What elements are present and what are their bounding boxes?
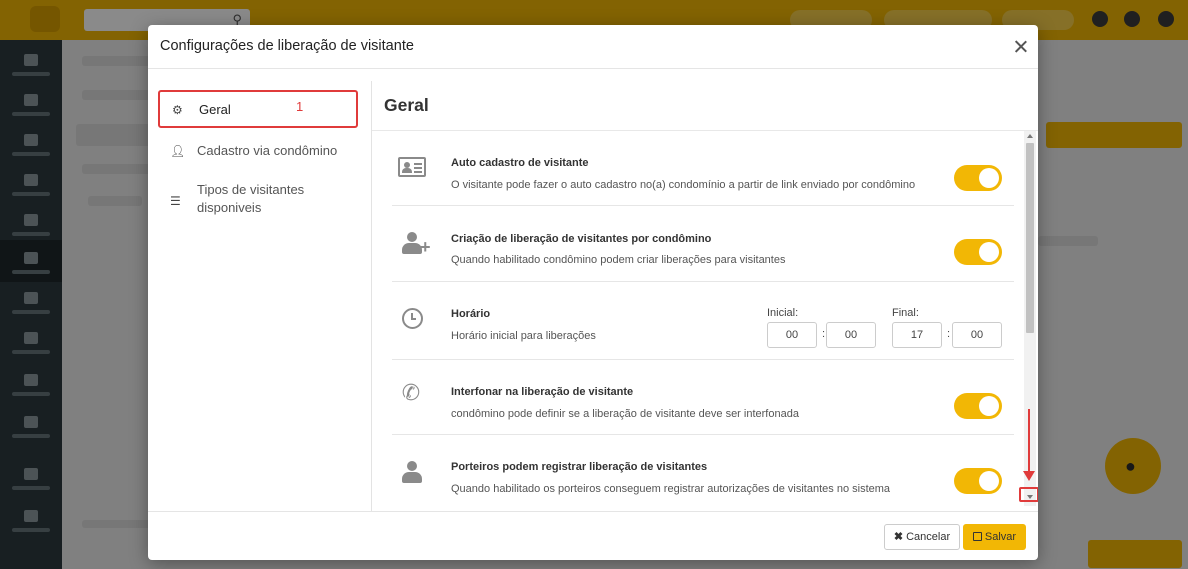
setting-row-porteiros: Porteiros podem registrar liberação de v…: [392, 435, 1014, 511]
setting-title: Porteiros podem registrar liberação de v…: [451, 461, 708, 473]
start-time-label: Inicial:: [767, 307, 799, 319]
criacao-liberacao-toggle[interactable]: [954, 239, 1002, 265]
nav-item-label: Geral: [199, 102, 231, 117]
nav-item-label: Cadastro via condômino: [197, 143, 338, 158]
cancel-label: Cancelar: [906, 531, 951, 543]
modal-header: Configurações de liberação de visitante: [148, 25, 1038, 69]
close-icon: ✖: [893, 531, 904, 543]
setting-row-interfonar: ✆ Interfonar na liberação de visitante c…: [392, 360, 1014, 435]
modal-footer: ✖ Cancelar Salvar: [148, 511, 1038, 560]
end-time-label: Final:: [892, 307, 919, 319]
setting-title: Criação de liberação de visitantes por c…: [451, 233, 712, 245]
close-icon[interactable]: [1010, 36, 1032, 58]
scroll-thumb[interactable]: [1026, 143, 1034, 333]
end-minute-input[interactable]: 00: [952, 322, 1002, 348]
interfonar-toggle[interactable]: [954, 393, 1002, 419]
setting-row-criacao-liberacao: + Criação de liberação de visitantes por…: [392, 206, 1014, 282]
nav-item-label: Tipos de visitantes disponiveis: [197, 182, 305, 215]
phone-icon: ✆: [401, 380, 421, 405]
scroll-up-arrow[interactable]: [1027, 134, 1033, 138]
annotation-arrow: [1023, 409, 1035, 481]
annotation-highlight-box: [1019, 487, 1038, 502]
save-button[interactable]: Salvar: [963, 524, 1026, 550]
setting-row-horario: Horário Horário inicial para liberações …: [392, 282, 1014, 360]
nav-item-cadastro-via-condomino[interactable]: 👤︎ Cadastro via condômino: [158, 141, 358, 161]
settings-nav: ⚙ Geral 1 👤︎ Cadastro via condômino ☰ Ti…: [148, 81, 372, 511]
setting-description: Quando habilitado condômino podem criar …: [451, 254, 786, 266]
modal-title: Configurações de liberação de visitante: [160, 38, 414, 54]
start-minute-input[interactable]: 00: [826, 322, 876, 348]
annotation-number: 1: [296, 99, 304, 114]
scrollbar[interactable]: [1024, 131, 1036, 506]
setting-title: Interfonar na liberação de visitante: [451, 386, 634, 398]
setting-description: Horário inicial para liberações: [451, 330, 596, 342]
setting-title: Horário: [451, 308, 491, 320]
setting-description: O visitante pode fazer o auto cadastro n…: [451, 179, 916, 191]
setting-row-auto-cadastro: Auto cadastro de visitante O visitante p…: [392, 131, 1014, 206]
nav-item-tipos-de-visitantes[interactable]: ☰ Tipos de visitantes disponiveis: [158, 181, 358, 221]
gears-icon: ⚙: [172, 103, 183, 117]
cancel-button[interactable]: ✖ Cancelar: [884, 524, 960, 550]
setting-description: Quando habilitado os porteiros conseguem…: [451, 483, 891, 495]
nav-item-geral[interactable]: ⚙ Geral 1: [158, 90, 358, 128]
save-label: Salvar: [984, 531, 1017, 543]
time-separator: :: [822, 328, 826, 340]
panel-title: Geral: [384, 95, 429, 115]
visitor-release-settings-modal: Configurações de liberação de visitante …: [148, 25, 1038, 560]
settings-list: Auto cadastro de visitante O visitante p…: [372, 131, 1014, 511]
list-icon: ☰: [170, 194, 181, 208]
porteiros-toggle[interactable]: [954, 468, 1002, 494]
start-hour-input[interactable]: 00: [767, 322, 817, 348]
time-separator: :: [947, 328, 951, 340]
setting-title: Auto cadastro de visitante: [451, 157, 589, 169]
floppy-disk-icon: [972, 532, 982, 541]
end-hour-input[interactable]: 17: [892, 322, 942, 348]
user-icon: 👤︎: [170, 144, 186, 158]
setting-description: condômino pode definir se a liberação de…: [451, 408, 799, 420]
auto-cadastro-toggle[interactable]: [954, 165, 1002, 191]
